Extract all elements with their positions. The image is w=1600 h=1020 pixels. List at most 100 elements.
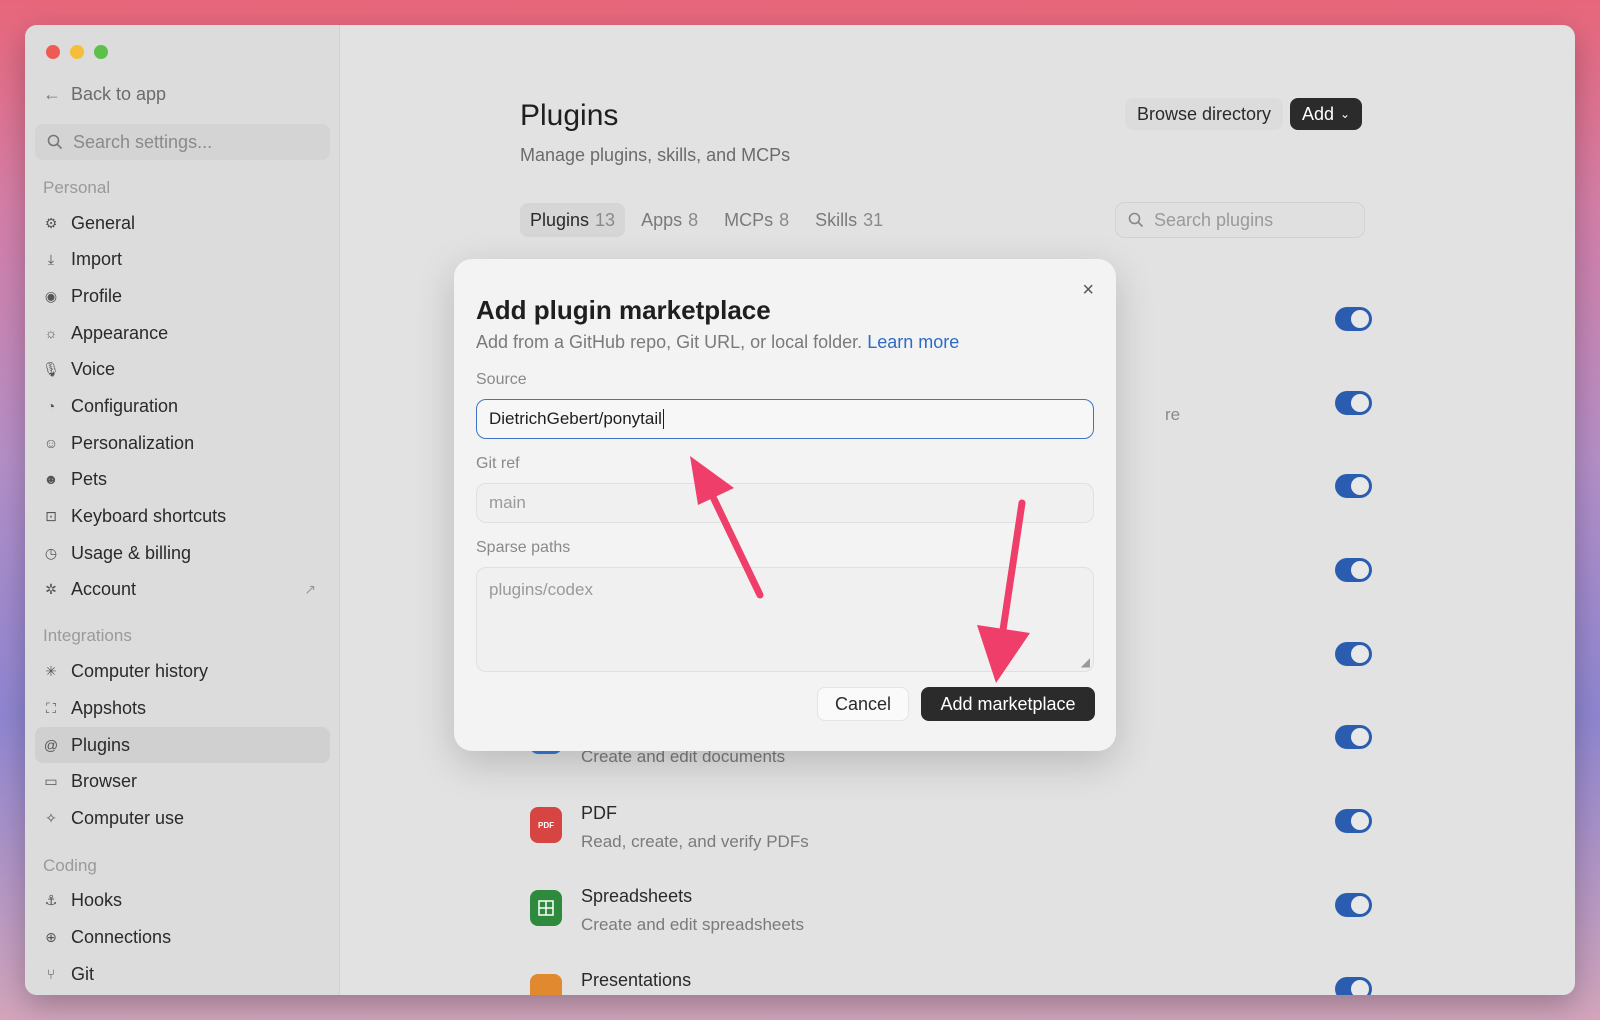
sidebar-item-computer-history[interactable]: ✳ Computer history [35, 653, 330, 689]
sidebar-item-plugins[interactable]: @ Plugins [35, 727, 330, 763]
sparkle-icon: ✳ [45, 662, 57, 679]
plugin-name: Spreadsheets [581, 886, 693, 906]
sidebar-item-browser[interactable]: ▭ Browser [35, 763, 330, 799]
sidebar-item-general[interactable]: ⚙ General [35, 205, 330, 241]
add-dropdown-button[interactable]: Add ⌄ [1290, 98, 1363, 130]
sidebar-item-hooks[interactable]: ⚓ Hooks [35, 882, 330, 918]
sidebar-item-label: Appshots [71, 697, 147, 718]
plugin-row-presentations[interactable]: Presentations [530, 970, 1130, 995]
sidebar-item-label: Appearance [71, 322, 169, 343]
sidebar-item-label: Import [71, 248, 123, 269]
plugin-row-spreadsheets[interactable]: Spreadsheets Create and edit spreadsheet… [530, 886, 1130, 942]
text-caret [662, 409, 665, 429]
cursor-sparkle-icon: ✧ [45, 809, 57, 826]
page-subtitle: Manage plugins, skills, and MCPs [520, 145, 791, 165]
plugin-search-placeholder: Search plugins [1154, 209, 1274, 230]
tab-apps[interactable]: Apps 8 [631, 203, 708, 237]
dialog-title: Add plugin marketplace [476, 295, 771, 325]
presentation-icon [530, 974, 562, 995]
tab-label: Apps [641, 209, 683, 230]
plugin-description: Create and edit spreadsheets [581, 915, 805, 934]
section-integrations: Integrations [43, 626, 132, 645]
plugin-search-input[interactable]: Search plugins [1115, 202, 1365, 238]
sparse-paths-textarea[interactable]: plugins/codex ◢ [476, 567, 1094, 672]
plugin-toggle[interactable] [1335, 725, 1372, 749]
sidebar-item-usage-billing[interactable]: ◷ Usage & billing [35, 535, 330, 571]
sidebar-item-connections[interactable]: ⊕ Connections [35, 919, 330, 955]
spreadsheet-icon [530, 890, 562, 926]
zoom-window-button[interactable] [94, 45, 108, 59]
sidebar-item-label: Git [71, 963, 95, 984]
plugin-toggle[interactable] [1335, 391, 1372, 415]
plugin-toggle[interactable] [1335, 977, 1372, 995]
keyboard-icon: ⊡ [45, 507, 57, 524]
pdf-icon: PDF [530, 807, 562, 843]
sidebar-item-account[interactable]: ✲ Account ↗ [35, 571, 330, 607]
user-circle-icon: ◉ [44, 287, 58, 304]
tab-skills[interactable]: Skills 31 [805, 203, 893, 237]
sidebar-item-label: Hooks [71, 889, 123, 910]
plugin-name: Presentations [581, 970, 692, 990]
settings-search-placeholder: Search settings... [73, 131, 213, 152]
section-coding: Coding [43, 856, 97, 875]
tab-plugins[interactable]: Plugins 13 [520, 203, 626, 237]
plugin-toggle[interactable] [1335, 558, 1372, 582]
add-marketplace-button[interactable]: Add marketplace [921, 687, 1095, 721]
sidebar-item-label: Usage & billing [71, 542, 192, 563]
settings-search-input[interactable]: Search settings... [35, 124, 330, 160]
source-value: DietrichGebert/ponytail [489, 409, 662, 428]
sidebar-item-computer-use[interactable]: ✧ Computer use [35, 800, 330, 836]
source-label: Source [476, 371, 527, 388]
section-personal: Personal [43, 178, 111, 197]
grid-icon [538, 900, 554, 916]
dialog-description-text: Add from a GitHub repo, Git URL, or loca… [476, 332, 863, 352]
sparse-paths-placeholder: plugins/codex [489, 580, 593, 599]
plugin-description: Read, create, and verify PDFs [581, 832, 809, 851]
sidebar-item-appearance[interactable]: ☼ Appearance [35, 315, 330, 351]
plugin-tabs: Plugins 13 Apps 8 MCPs 8 Skills 31 [520, 203, 893, 237]
sidebar-item-label: Configuration [71, 395, 179, 416]
git-ref-input[interactable]: main [476, 483, 1094, 523]
git-ref-label: Git ref [476, 455, 520, 472]
search-icon [47, 134, 63, 150]
sidebar-item-git[interactable]: ⑂ Git [35, 956, 330, 992]
gear-icon: ⚙ [44, 214, 58, 231]
tab-label: MCPs [724, 209, 774, 230]
sliders-icon: ◔ [46, 398, 56, 414]
tab-mcps[interactable]: MCPs 8 [714, 203, 799, 237]
sidebar-item-label: Plugins [71, 734, 131, 755]
git-icon: ⑂ [46, 966, 56, 982]
sidebar-item-pets[interactable]: ☻ Pets [35, 461, 330, 497]
close-window-button[interactable] [46, 45, 60, 59]
sidebar-item-import[interactable]: ⤓ Import [35, 241, 330, 277]
sidebar-item-profile[interactable]: ◉ Profile [35, 278, 330, 314]
tab-count: 8 [779, 209, 790, 230]
back-to-app-link[interactable]: ← Back to app [43, 84, 166, 105]
browse-directory-button[interactable]: Browse directory [1125, 98, 1284, 130]
sidebar-item-label: Pets [71, 468, 108, 489]
plugin-toggle[interactable] [1335, 474, 1372, 498]
sidebar-item-keyboard-shortcuts[interactable]: ⊡ Keyboard shortcuts [35, 498, 330, 534]
sidebar-item-configuration[interactable]: ◔ Configuration [35, 388, 330, 424]
plugin-toggle[interactable] [1335, 642, 1372, 666]
plugin-toggle[interactable] [1335, 809, 1372, 833]
plugin-name: PDF [581, 803, 617, 823]
resize-handle-icon[interactable]: ◢ [1081, 655, 1090, 669]
smile-icon: ☺ [43, 435, 59, 451]
sidebar-item-voice[interactable]: 🎙︎ Voice [35, 351, 330, 387]
cancel-button[interactable]: Cancel [817, 687, 909, 721]
minimize-window-button[interactable] [70, 45, 84, 59]
chevron-down-icon: ⌄ [1340, 107, 1351, 121]
close-icon[interactable]: × [1082, 279, 1094, 302]
partial-description: re [1165, 405, 1181, 424]
plugin-toggle[interactable] [1335, 307, 1372, 331]
back-to-app-label: Back to app [71, 84, 167, 104]
plugin-row-pdf[interactable]: PDF PDF Read, create, and verify PDFs [530, 803, 1130, 859]
sidebar-item-appshots[interactable]: ⛶ Appshots [35, 690, 330, 726]
page-title: Plugins [520, 99, 619, 132]
arrow-left-icon: ← [43, 84, 61, 104]
learn-more-link[interactable]: Learn more [867, 332, 959, 352]
plugin-toggle[interactable] [1335, 893, 1372, 917]
source-input[interactable]: DietrichGebert/ponytail [476, 399, 1094, 439]
sidebar-item-personalization[interactable]: ☺ Personalization [35, 425, 330, 461]
